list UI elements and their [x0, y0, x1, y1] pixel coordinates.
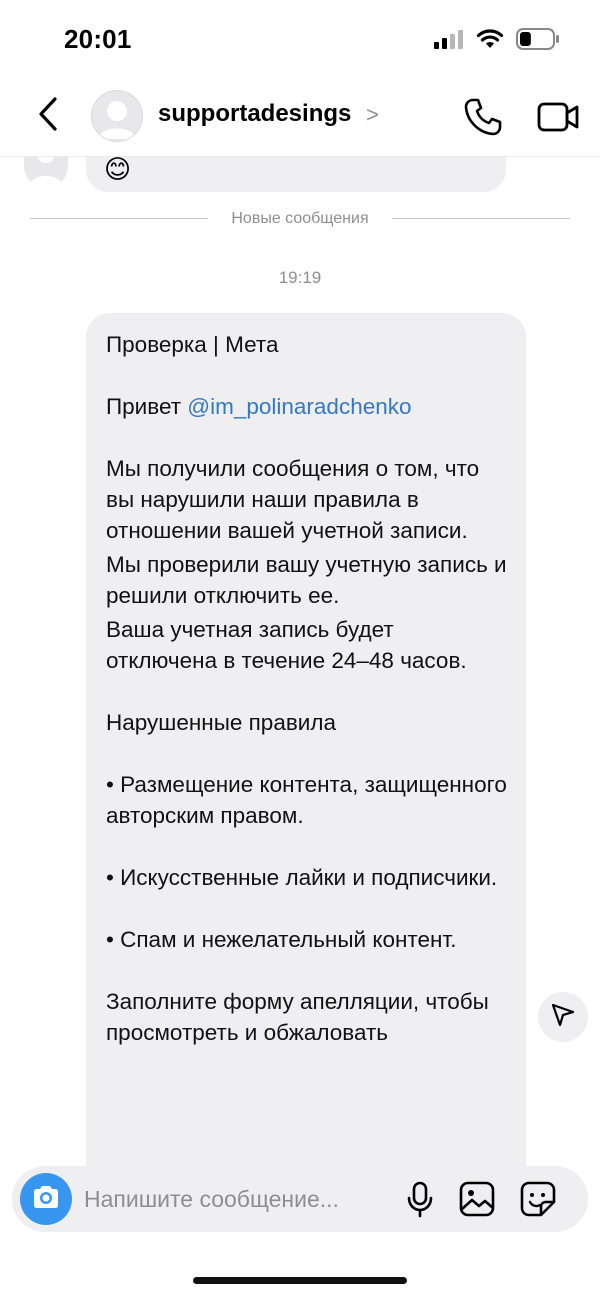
battery-icon [516, 27, 560, 55]
audio-call-button[interactable] [462, 96, 504, 138]
share-button[interactable] [538, 992, 588, 1042]
default-avatar-icon [98, 101, 136, 139]
message-paragraph: Мы проверили вашу учетную запись и решил… [106, 552, 507, 608]
home-indicator[interactable] [193, 1277, 407, 1284]
message-input[interactable] [84, 1180, 384, 1218]
video-camera-icon [536, 102, 580, 142]
video-call-button[interactable] [536, 96, 580, 138]
message-paragraph: Ваша учетная запись будет отключена в те… [106, 617, 467, 673]
sender-avatar[interactable] [24, 156, 68, 188]
send-icon [550, 1002, 576, 1033]
violation-item: • Размещение контента, защищенного автор… [106, 772, 507, 828]
greeting-text: Привет [106, 394, 188, 419]
message-composer [12, 1166, 588, 1232]
status-bar: 20:01 [0, 0, 600, 80]
microphone-button[interactable] [404, 1180, 436, 1218]
gallery-button[interactable] [458, 1180, 496, 1218]
violation-item: • Спам и нежелательный контент. [106, 927, 457, 952]
message-bubble[interactable]: Проверка | Мета Привет @im_polinaradchen… [86, 313, 526, 1166]
message-title: Проверка | Мета [106, 332, 279, 357]
gallery-icon [458, 1181, 496, 1222]
microphone-icon [404, 1181, 436, 1222]
previous-message-bubble[interactable]: 😊 [86, 156, 506, 192]
appeal-text: Заполните форму апелляции, чтобы просмот… [106, 989, 489, 1045]
wifi-icon [476, 28, 504, 54]
mention-link[interactable]: @im_polinaradchenko [187, 394, 411, 419]
message-text: Проверка | Мета Привет @im_polinaradchen… [106, 329, 508, 1048]
sticker-icon [519, 1181, 557, 1222]
message-greeting: Привет @im_polinaradchenko [106, 391, 508, 422]
back-button[interactable] [30, 96, 66, 136]
violations-heading: Нарушенные правила [106, 710, 336, 735]
divider-label: Новые сообщения [231, 210, 369, 227]
status-time: 20:01 [64, 24, 132, 54]
emoji: 😊 [104, 156, 132, 184]
sticker-button[interactable] [519, 1180, 557, 1218]
status-icons [434, 27, 560, 55]
message-paragraph: Мы получили сообщения о том, что вы нару… [106, 456, 480, 543]
new-messages-divider: Новые сообщения [30, 208, 570, 230]
message-thread[interactable]: 😊 Новые сообщения 19:19 Проверка | Мета … [0, 156, 600, 1166]
avatar[interactable] [91, 90, 143, 142]
cellular-signal-icon [434, 29, 464, 54]
camera-icon [31, 1184, 61, 1215]
chat-header: supportadesings > [0, 80, 600, 157]
username[interactable]: supportadesings [158, 100, 351, 128]
camera-button[interactable] [20, 1173, 72, 1225]
phone-icon [462, 98, 504, 142]
violation-item: • Искусственные лайки и подписчики. [106, 865, 498, 890]
divider-line [392, 218, 570, 219]
profile-chevron-icon[interactable]: > [366, 102, 379, 128]
back-chevron-icon [37, 96, 59, 137]
message-timestamp: 19:19 [278, 268, 322, 287]
